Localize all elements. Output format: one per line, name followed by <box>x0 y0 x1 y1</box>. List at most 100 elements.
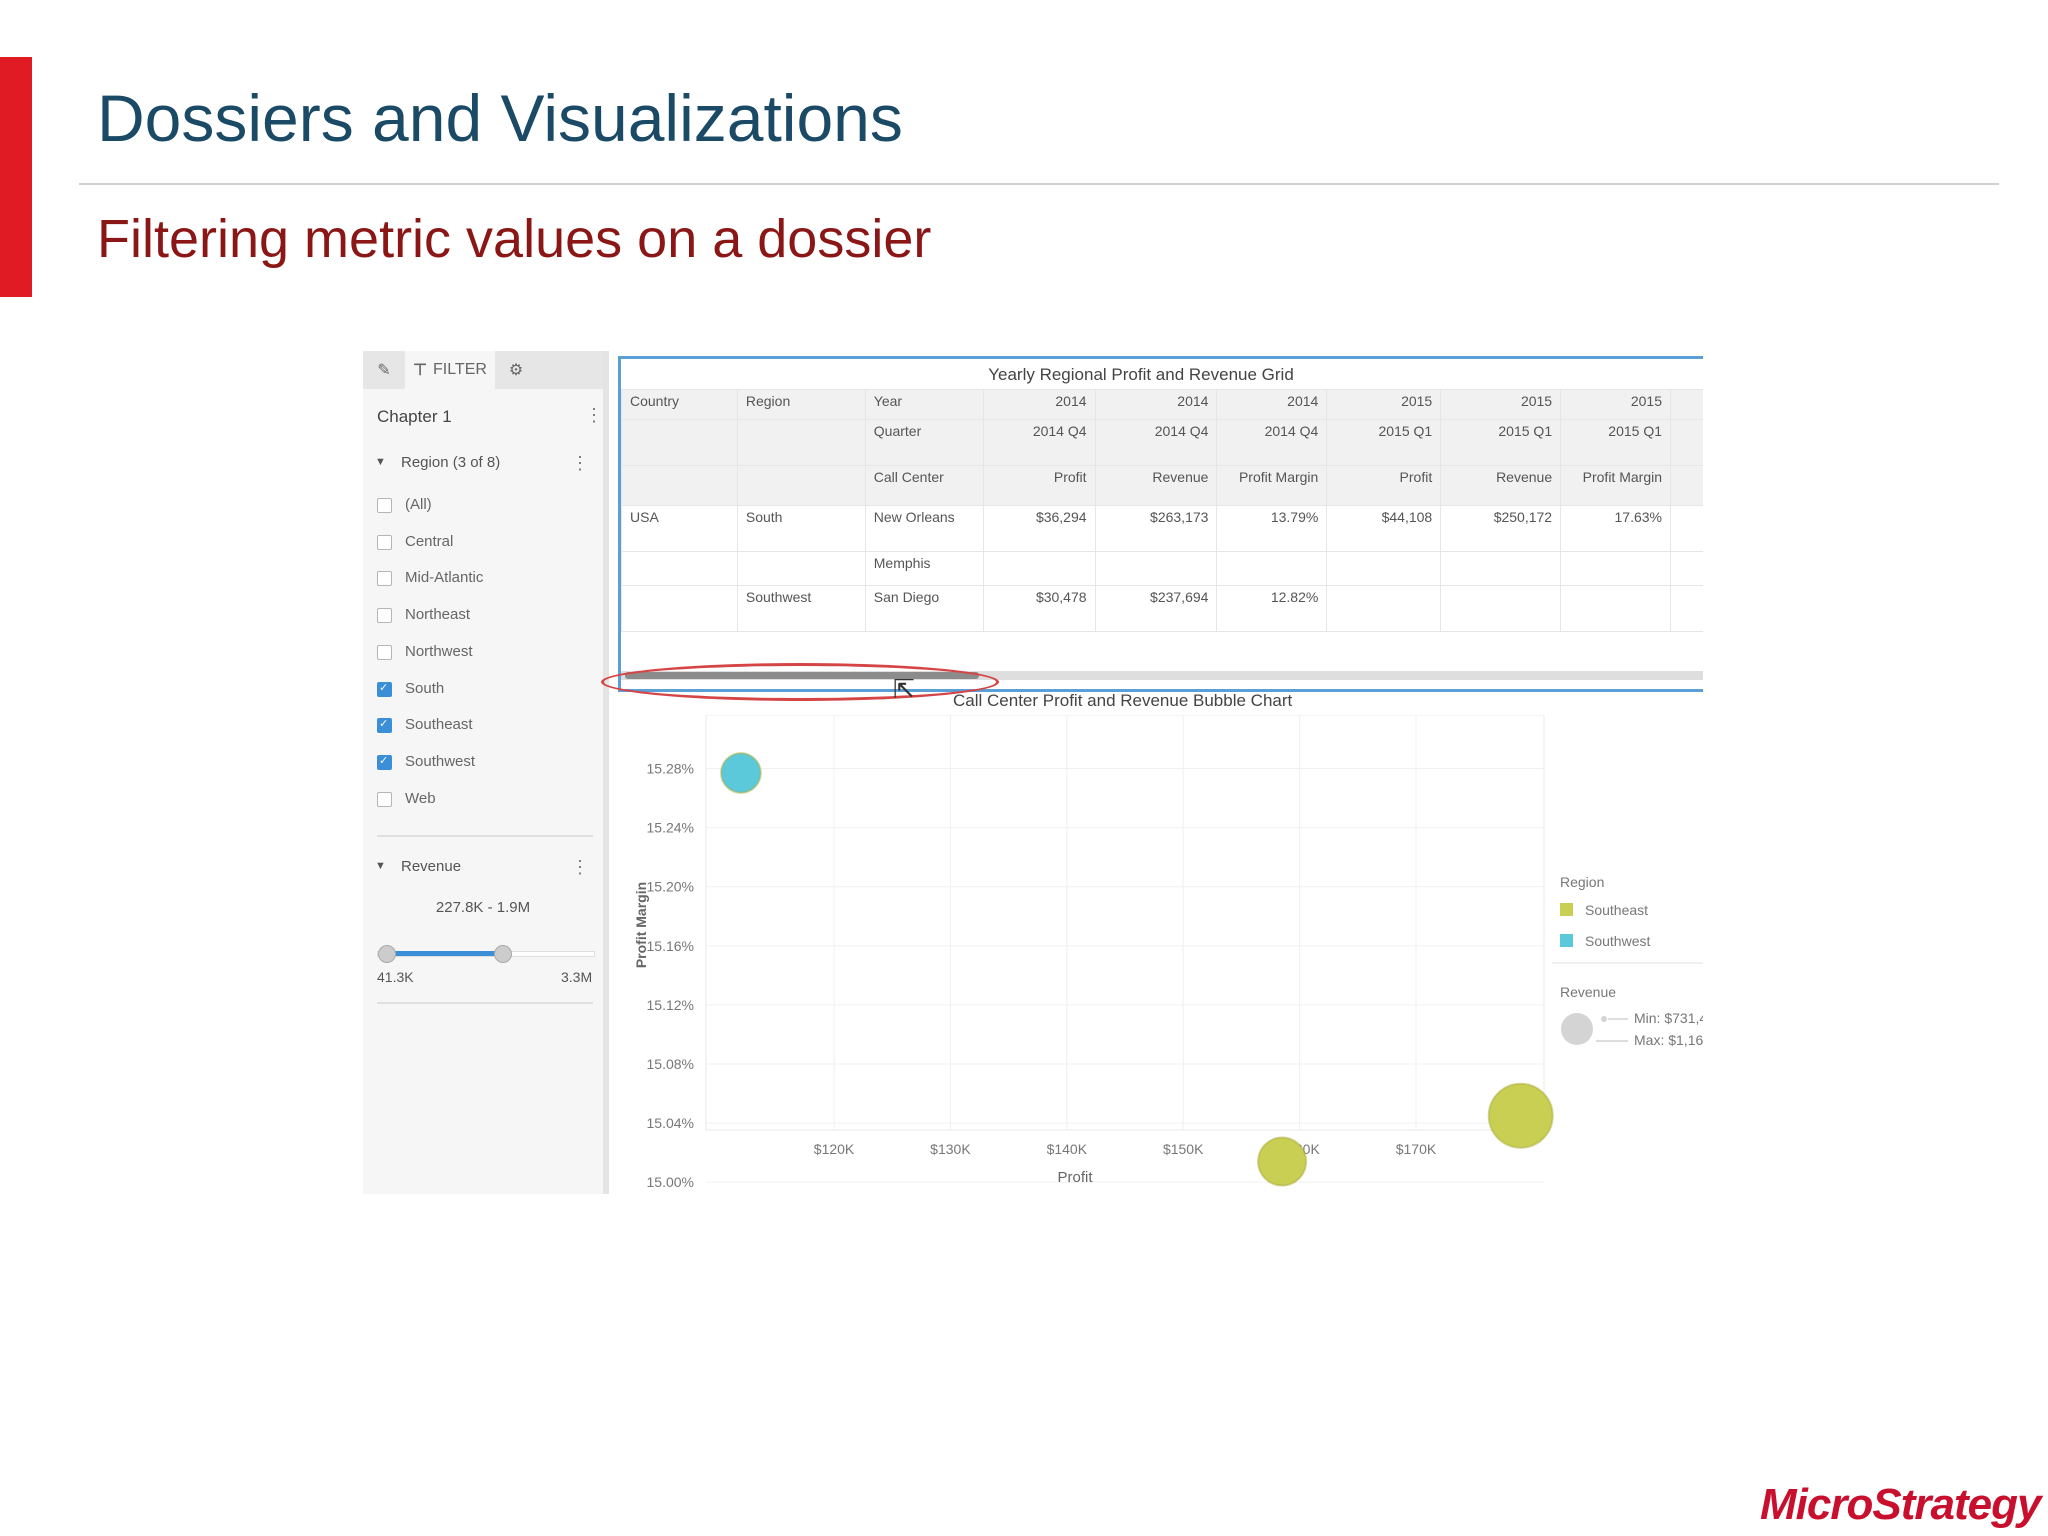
bubble-chart: 15.28% 15.24% 15.20% 15.16% 15.12% 15.08% 15.0… <box>633 715 1703 1190</box>
slider-min-handle[interactable] <box>377 945 396 963</box>
grid-header-cell: 2014 <box>982 389 1096 420</box>
grid-header-cell <box>736 419 866 466</box>
region-checkbox-label[interactable]: Northwest <box>405 643 473 660</box>
profit-revenue-grid[interactable]: Yearly Regional Profit and Revenue Grid … <box>618 356 1703 692</box>
tab-filter[interactable]: ⊤ FILTER <box>405 351 495 389</box>
grid-title: Yearly Regional Profit and Revenue Grid <box>988 365 1294 384</box>
grid-header-cell <box>1670 419 1703 466</box>
slide-subtitle: Filtering metric values on a dossier <box>97 209 932 269</box>
grid-cell <box>1560 551 1671 586</box>
slider-max-label: 3.3M <box>561 969 593 985</box>
region-checkbox-label[interactable]: (All) <box>405 496 432 513</box>
chapter-menu-icon[interactable]: ⋮ <box>585 405 603 426</box>
grid-cell <box>1440 585 1562 632</box>
slide-title: Dossiers and Visualizations <box>97 81 903 155</box>
region-checkbox-label[interactable]: Northeast <box>405 606 470 623</box>
grid-header-cell: 2014 <box>1216 389 1328 420</box>
x-tick-label: $120K <box>814 1141 855 1157</box>
accent-bar <box>0 57 32 297</box>
grid-cell: $250,172 <box>1440 505 1562 552</box>
legend-min-label: Min: $731,413 <box>1634 1010 1703 1026</box>
tab-filter-label: FILTER <box>433 361 487 378</box>
region-checkbox-label[interactable]: South <box>405 680 444 697</box>
legend-swatch <box>1560 903 1573 916</box>
grid-header-cell: 2015 <box>1326 389 1442 420</box>
region-checkbox[interactable] <box>377 608 392 624</box>
bubble-point <box>720 752 762 794</box>
grid-header-cell: Quarter <box>864 419 984 466</box>
mouse-cursor-icon: ⇱ <box>893 674 915 704</box>
region-checkbox[interactable] <box>377 534 392 550</box>
region-checkbox[interactable] <box>377 717 392 734</box>
grid-header-cell: 2015 Q1 <box>1326 419 1442 466</box>
revenue-slider[interactable] <box>377 943 595 963</box>
y-tick-label: 15.16% <box>647 938 694 954</box>
panel-divider <box>377 1002 593 1004</box>
y-axis-label: Profit Margin <box>633 882 649 968</box>
grid-cell: $30,478 <box>982 585 1096 632</box>
region-checkbox-label[interactable]: Web <box>405 790 436 807</box>
x-tick-label: $140K <box>1047 1141 1088 1157</box>
grid-cell <box>1216 551 1328 586</box>
grid-cell: South <box>736 505 866 552</box>
slider-min-label: 41.3K <box>377 969 414 985</box>
grid-header-cell <box>736 465 866 506</box>
legend-revenue-title: Revenue <box>1560 984 1616 1000</box>
x-tick-label: $150K <box>1163 1141 1204 1157</box>
region-checkbox-label[interactable]: Southeast <box>405 716 473 733</box>
revenue-collapse-icon[interactable]: ▼ <box>375 860 386 872</box>
revenue-menu-icon[interactable]: ⋮ <box>571 857 589 878</box>
brand-logo: MicroStrategy <box>1760 1480 2041 1529</box>
grid-header-cell: Revenue <box>1440 465 1562 506</box>
grid-header-cell <box>621 419 738 466</box>
gear-icon[interactable]: ⚙ <box>495 351 537 389</box>
grid-cell: 12.82% <box>1216 585 1328 632</box>
grid-cell <box>982 551 1096 586</box>
region-checkbox[interactable] <box>377 791 392 807</box>
grid-header-cell: 2015 Q1 <box>1440 419 1562 466</box>
grid-cell: New Orleans <box>864 505 984 552</box>
legend-max-label: Max: $1,167,843 <box>1634 1032 1703 1048</box>
grid-header-cell: 2014 Q4 <box>1216 419 1328 466</box>
x-axis-label: Profit <box>1057 1169 1093 1186</box>
region-checkbox-label[interactable]: Mid-Atlantic <box>405 569 483 586</box>
grid-cell: Southwest <box>736 585 866 632</box>
region-checkbox[interactable] <box>377 754 392 770</box>
y-tick-label: 15.24% <box>647 820 694 836</box>
grid-header-cell: Profit <box>1326 465 1442 506</box>
y-tick-label: 15.00% <box>647 1174 694 1190</box>
grid-cell <box>1670 585 1703 632</box>
region-checkbox[interactable] <box>377 571 392 587</box>
region-checkbox-label[interactable]: Southwest <box>405 753 475 770</box>
x-tick-label: $170K <box>1396 1141 1437 1157</box>
grid-cell <box>736 551 866 586</box>
region-collapse-icon[interactable]: ▼ <box>375 456 386 468</box>
grid-cell: 13.79% <box>1216 505 1328 552</box>
filter-panel: ✎ ⊤ FILTER ⚙ Chapter 1 ⋮ ▼ Region (3 of … <box>363 351 609 1194</box>
grid-header-cell: 2015 Q1 <box>1560 419 1671 466</box>
grid-header-cell <box>1670 389 1703 420</box>
panel-tabs: ✎ ⊤ FILTER ⚙ <box>363 351 603 389</box>
table-row: Southwest San Diego $30,478 $237,694 12.82% <box>621 585 1703 632</box>
region-checkbox[interactable] <box>377 681 392 697</box>
slider-max-handle[interactable] <box>494 945 513 963</box>
y-tick-label: 15.08% <box>647 1056 694 1072</box>
grid-cell: Memphis <box>864 551 984 586</box>
grid-cell: San Diego <box>864 585 984 632</box>
y-tick-label: 15.20% <box>647 879 694 895</box>
chapter-title: Chapter 1 <box>377 407 452 426</box>
edit-icon[interactable]: ✎ <box>363 351 405 389</box>
grid-cell <box>1440 551 1562 586</box>
region-checkbox[interactable] <box>377 498 392 513</box>
slider-fill <box>385 951 503 956</box>
grid-cell: $44,108 <box>1326 505 1442 552</box>
grid-cell <box>1560 585 1671 632</box>
region-checkbox[interactable] <box>377 644 392 660</box>
grid-cell: $237,694 <box>1094 585 1218 632</box>
table-row: Memphis <box>621 551 1703 586</box>
grid-header-cell: Call Center <box>864 465 984 506</box>
grid-cell: $36,294 <box>982 505 1096 552</box>
bubble-point <box>1487 1082 1554 1149</box>
region-checkbox-label[interactable]: Central <box>405 533 453 550</box>
region-menu-icon[interactable]: ⋮ <box>571 453 589 474</box>
